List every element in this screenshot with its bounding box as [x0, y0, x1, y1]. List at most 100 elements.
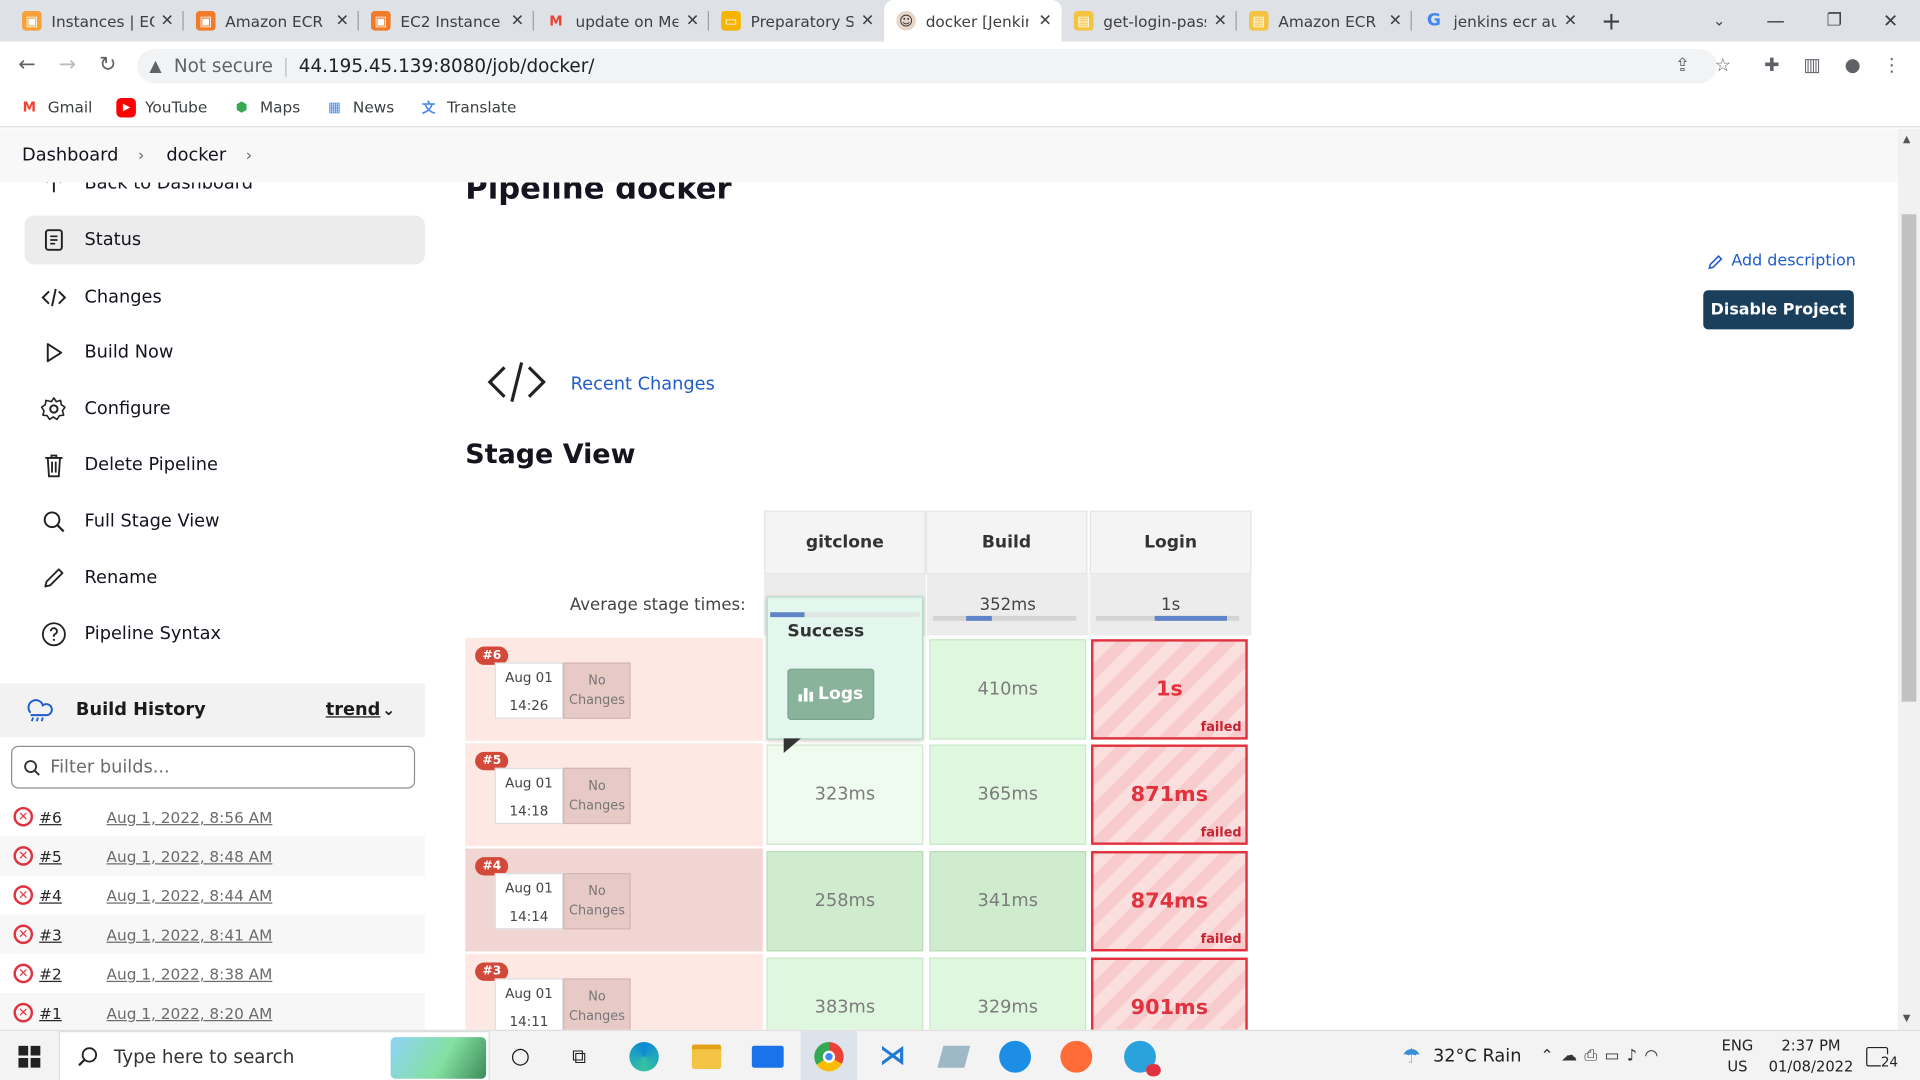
browser-tab[interactable]: G jenkins ecr au ✕ [1412, 0, 1587, 42]
usb-icon[interactable]: ⎙ [1584, 1047, 1604, 1065]
disable-project-button[interactable]: Disable Project [1703, 290, 1854, 330]
taskbar-search-input[interactable]: Type here to search [58, 1031, 490, 1080]
close-icon[interactable]: ✕ [511, 12, 524, 30]
browser-tab[interactable]: ▣ Amazon ECR ✕ [184, 0, 359, 42]
breadcrumb-docker[interactable]: docker [166, 146, 226, 166]
chevron-up-icon[interactable]: ⌃ [1540, 1047, 1561, 1065]
breadcrumb-dashboard[interactable]: Dashboard [22, 146, 118, 166]
sidebar-item-back-to-dashboard[interactable]: Back to Dashboard [24, 182, 424, 208]
bookmark-translate[interactable]: 文 Translate [419, 97, 517, 117]
mail-icon[interactable] [747, 1031, 789, 1080]
chevron-down-icon[interactable]: ⌄ [382, 701, 395, 719]
stage-cell-failed[interactable]: 871ms failed [1091, 744, 1248, 845]
tab-search-icon[interactable]: ⌄ [1702, 0, 1736, 42]
chevron-right-icon[interactable]: › [246, 146, 252, 164]
system-tray-icons[interactable]: ⌃ ☁ ⎙ ▭ ♪ ◠ [1540, 1031, 1665, 1080]
reload-icon[interactable]: ↻ [93, 50, 122, 79]
postman-icon[interactable] [1056, 1031, 1098, 1080]
build-history-row[interactable]: ✕ #6 Aug 1, 2022, 8:56 AM [0, 797, 425, 836]
cortana-icon[interactable]: ○ [502, 1031, 539, 1080]
minimize-icon[interactable]: — [1758, 0, 1792, 42]
new-tab-button[interactable]: + [1594, 0, 1628, 42]
volume-icon[interactable]: ♪ [1627, 1047, 1645, 1065]
language-indicator[interactable]: ENG US [1722, 1031, 1754, 1080]
stage-cell-success[interactable]: 410ms [929, 639, 1087, 740]
chrome-icon[interactable] [800, 1031, 858, 1080]
page-scrollbar[interactable]: ▲ ▼ [1897, 128, 1920, 1030]
onedrive-icon[interactable]: ☁ [1561, 1047, 1584, 1065]
bookmark-news[interactable]: ▦ News [325, 97, 394, 117]
sidebar-item-rename[interactable]: Rename [24, 553, 424, 602]
build-history-row[interactable]: ✕ #1 Aug 1, 2022, 8:20 AM [0, 993, 425, 1030]
browser-tab-active[interactable]: ☺ docker [Jenkin ✕ [884, 0, 1062, 42]
close-icon[interactable]: ✕ [161, 12, 174, 30]
run-row[interactable]: #6 Aug 01 14:26 No Changes [465, 637, 763, 741]
close-icon[interactable]: ✕ [861, 12, 874, 30]
weather-widget[interactable]: ☂ 32°C Rain [1402, 1031, 1521, 1080]
close-icon[interactable]: ✕ [686, 12, 699, 30]
sidebar-item-full-stage-view[interactable]: Full Stage View [24, 497, 424, 546]
share-icon[interactable]: ⇪ [1669, 51, 1696, 78]
sidebar-item-status[interactable]: Status [24, 215, 425, 265]
build-history-row[interactable]: ✕ #5 Aug 1, 2022, 8:48 AM [0, 836, 425, 876]
scroll-up-arrow[interactable]: ▲ [1903, 133, 1911, 144]
browser-tab[interactable]: ▭ Preparatory Se ✕ [709, 0, 884, 42]
app-icon[interactable] [933, 1031, 975, 1080]
extensions-icon[interactable]: ✚ [1758, 51, 1785, 78]
file-explorer-icon[interactable] [686, 1031, 728, 1080]
task-view-icon[interactable]: ⧉ [561, 1031, 598, 1080]
battery-icon[interactable]: ▭ [1604, 1047, 1626, 1065]
clock[interactable]: 2:37 PM 01/08/2022 [1769, 1031, 1854, 1080]
scroll-down-arrow[interactable]: ▼ [1903, 1013, 1911, 1024]
stage-cell-failed[interactable]: 901ms [1091, 957, 1248, 1030]
browser-tab[interactable]: ▣ EC2 Instance C ✕ [359, 0, 534, 42]
bookmark-youtube[interactable]: ▶ YouTube [116, 97, 207, 117]
vscode-icon[interactable]: ⋊ [872, 1031, 914, 1080]
recent-changes-link[interactable]: Recent Changes [571, 375, 715, 395]
close-window-icon[interactable]: ✕ [1873, 0, 1907, 42]
build-history-row[interactable]: ✕ #3 Aug 1, 2022, 8:41 AM [0, 914, 425, 954]
browser-tab[interactable]: ▣ Instances | EC2 ✕ [10, 0, 184, 42]
side-panel-icon[interactable]: ▥ [1799, 51, 1826, 78]
sidebar-item-configure[interactable]: Configure [24, 384, 424, 433]
sidebar-item-delete-pipeline[interactable]: Delete Pipeline [24, 441, 424, 490]
add-description-link[interactable]: Add description [1707, 252, 1856, 271]
trend-link[interactable]: trend [326, 700, 381, 720]
url-text[interactable]: 44.195.45.139:8080/job/docker/ [299, 55, 595, 77]
browser-tab[interactable]: ▤ Amazon ECR p ✕ [1237, 0, 1412, 42]
star-icon[interactable]: ☆ [1709, 51, 1736, 78]
profile-icon[interactable]: ● [1839, 51, 1866, 78]
close-icon[interactable]: ✕ [1389, 12, 1402, 30]
restore-icon[interactable]: ❐ [1817, 0, 1851, 42]
wifi-icon[interactable]: ◠ [1644, 1047, 1665, 1065]
bookmark-maps[interactable]: ⬢ Maps [232, 97, 301, 117]
filter-builds-input[interactable]: Filter builds... [11, 745, 416, 789]
windows-start-icon[interactable] [0, 1031, 59, 1080]
sidebar-item-changes[interactable]: Changes [24, 273, 424, 322]
close-icon[interactable]: ✕ [1038, 12, 1051, 30]
address-bar[interactable]: ▲ Not secure | 44.195.45.139:8080/job/do… [137, 48, 1717, 84]
run-row[interactable]: #5 Aug 01 14:18 No Changes [465, 743, 763, 847]
build-history-row[interactable]: ✕ #2 Aug 1, 2022, 8:38 AM [0, 954, 425, 993]
browser-tab[interactable]: M update on Me ✕ [534, 0, 709, 42]
bookmark-gmail[interactable]: M Gmail [20, 97, 93, 117]
close-icon[interactable]: ✕ [1564, 12, 1577, 30]
scrollbar-thumb[interactable] [1901, 214, 1917, 702]
stage-cell-success[interactable]: 329ms [929, 957, 1087, 1030]
security-status[interactable]: Not secure [174, 55, 273, 77]
edge-icon[interactable] [623, 1031, 665, 1080]
menu-icon[interactable]: ⋮ [1878, 51, 1905, 78]
logs-button[interactable]: Logs [787, 668, 875, 721]
run-row[interactable]: #3 Aug 01 14:11 No Changes [465, 953, 763, 1030]
back-icon[interactable]: ← [12, 50, 41, 79]
docker-icon[interactable] [994, 1031, 1036, 1080]
browser-tab[interactable]: ▤ get-login-pass ✕ [1062, 0, 1237, 42]
close-icon[interactable]: ✕ [1214, 12, 1227, 30]
stage-cell-failed[interactable]: 1s failed [1091, 639, 1248, 740]
stage-cell-success[interactable]: 258ms [766, 851, 924, 952]
run-row[interactable]: #4 Aug 01 14:14 No Changes [465, 848, 763, 952]
stage-cell-failed[interactable]: 874ms failed [1091, 851, 1248, 952]
stage-cell-success[interactable]: 341ms [929, 851, 1087, 952]
forward-icon[interactable]: → [53, 50, 82, 79]
stage-cell-success[interactable]: 383ms [766, 957, 924, 1030]
